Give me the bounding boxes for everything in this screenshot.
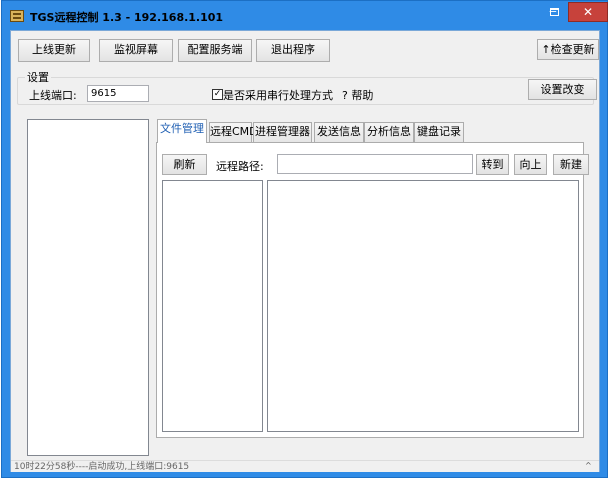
status-bar: 10时22分58秒----启动成功,上线端口:9615 <box>11 460 599 472</box>
help-label: 帮助 <box>351 89 374 102</box>
up-arrow-icon: ↑ <box>541 43 551 56</box>
help-icon: ? <box>342 89 348 102</box>
checkmark-icon: ✓ <box>213 89 222 99</box>
serial-checkbox[interactable]: ✓ <box>212 89 223 100</box>
check-update-label: 检查更新 <box>550 43 595 56</box>
close-button[interactable]: ✕ <box>568 2 608 22</box>
online-update-button[interactable]: 上线更新 <box>18 39 90 62</box>
title-bar[interactable]: TGS远程控制 1.3 - 192.168.1.101 ‒ ✕ <box>2 1 608 29</box>
client-area: 上线更新 监视屏幕 配置服务端 退出程序 ↑检查更新 设置 上线端口: 9615… <box>10 30 600 472</box>
new-button[interactable]: 新建 <box>553 154 589 175</box>
maximize-button[interactable] <box>542 2 566 22</box>
scroll-up-icon[interactable]: ^ <box>585 461 592 470</box>
tab-process-manager[interactable]: 进程管理器 <box>253 122 312 142</box>
port-input[interactable]: 9615 <box>87 85 149 102</box>
remote-path-label: 远程路径: <box>216 160 264 173</box>
tab-remote-cmd[interactable]: 远程CMD <box>209 122 258 142</box>
settings-group-title: 设置 <box>25 69 51 85</box>
apply-settings-button[interactable]: 设置改变 <box>528 79 597 100</box>
monitor-screen-button[interactable]: 监视屏幕 <box>99 39 173 62</box>
maximize-icon <box>549 7 559 16</box>
check-update-button[interactable]: ↑检查更新 <box>537 39 599 60</box>
file-manager-page: 刷新 远程路径: 转到 向上 新建 <box>156 142 589 438</box>
file-list[interactable] <box>267 180 579 432</box>
up-button[interactable]: 向上 <box>514 154 547 175</box>
status-text: 10时22分58秒----启动成功,上线端口:9615 <box>14 462 190 472</box>
goto-button[interactable]: 转到 <box>476 154 509 175</box>
port-label: 上线端口: <box>29 89 77 102</box>
tab-keylogger[interactable]: 键盘记录 <box>414 122 464 142</box>
exit-program-button[interactable]: 退出程序 <box>256 39 330 62</box>
host-list[interactable] <box>27 119 149 456</box>
app-icon <box>10 10 24 22</box>
close-icon: ✕ <box>582 5 594 19</box>
tab-send-message[interactable]: 发送信息 <box>314 122 364 142</box>
tab-file-manager[interactable]: 文件管理 <box>157 119 207 143</box>
serial-label: 是否采用串行处理方式 <box>223 89 333 102</box>
refresh-button[interactable]: 刷新 <box>162 154 207 175</box>
window-title: TGS远程控制 1.3 - 192.168.1.101 <box>30 11 224 24</box>
help-link[interactable]: ? 帮助 <box>342 87 373 103</box>
main-window: TGS远程控制 1.3 - 192.168.1.101 ‒ ✕ 上线更新 监视屏… <box>1 0 608 478</box>
directory-tree[interactable] <box>162 180 263 432</box>
configure-server-button[interactable]: 配置服务端 <box>178 39 252 62</box>
tab-analyze-info[interactable]: 分析信息 <box>364 122 414 142</box>
remote-path-input[interactable] <box>277 154 473 174</box>
